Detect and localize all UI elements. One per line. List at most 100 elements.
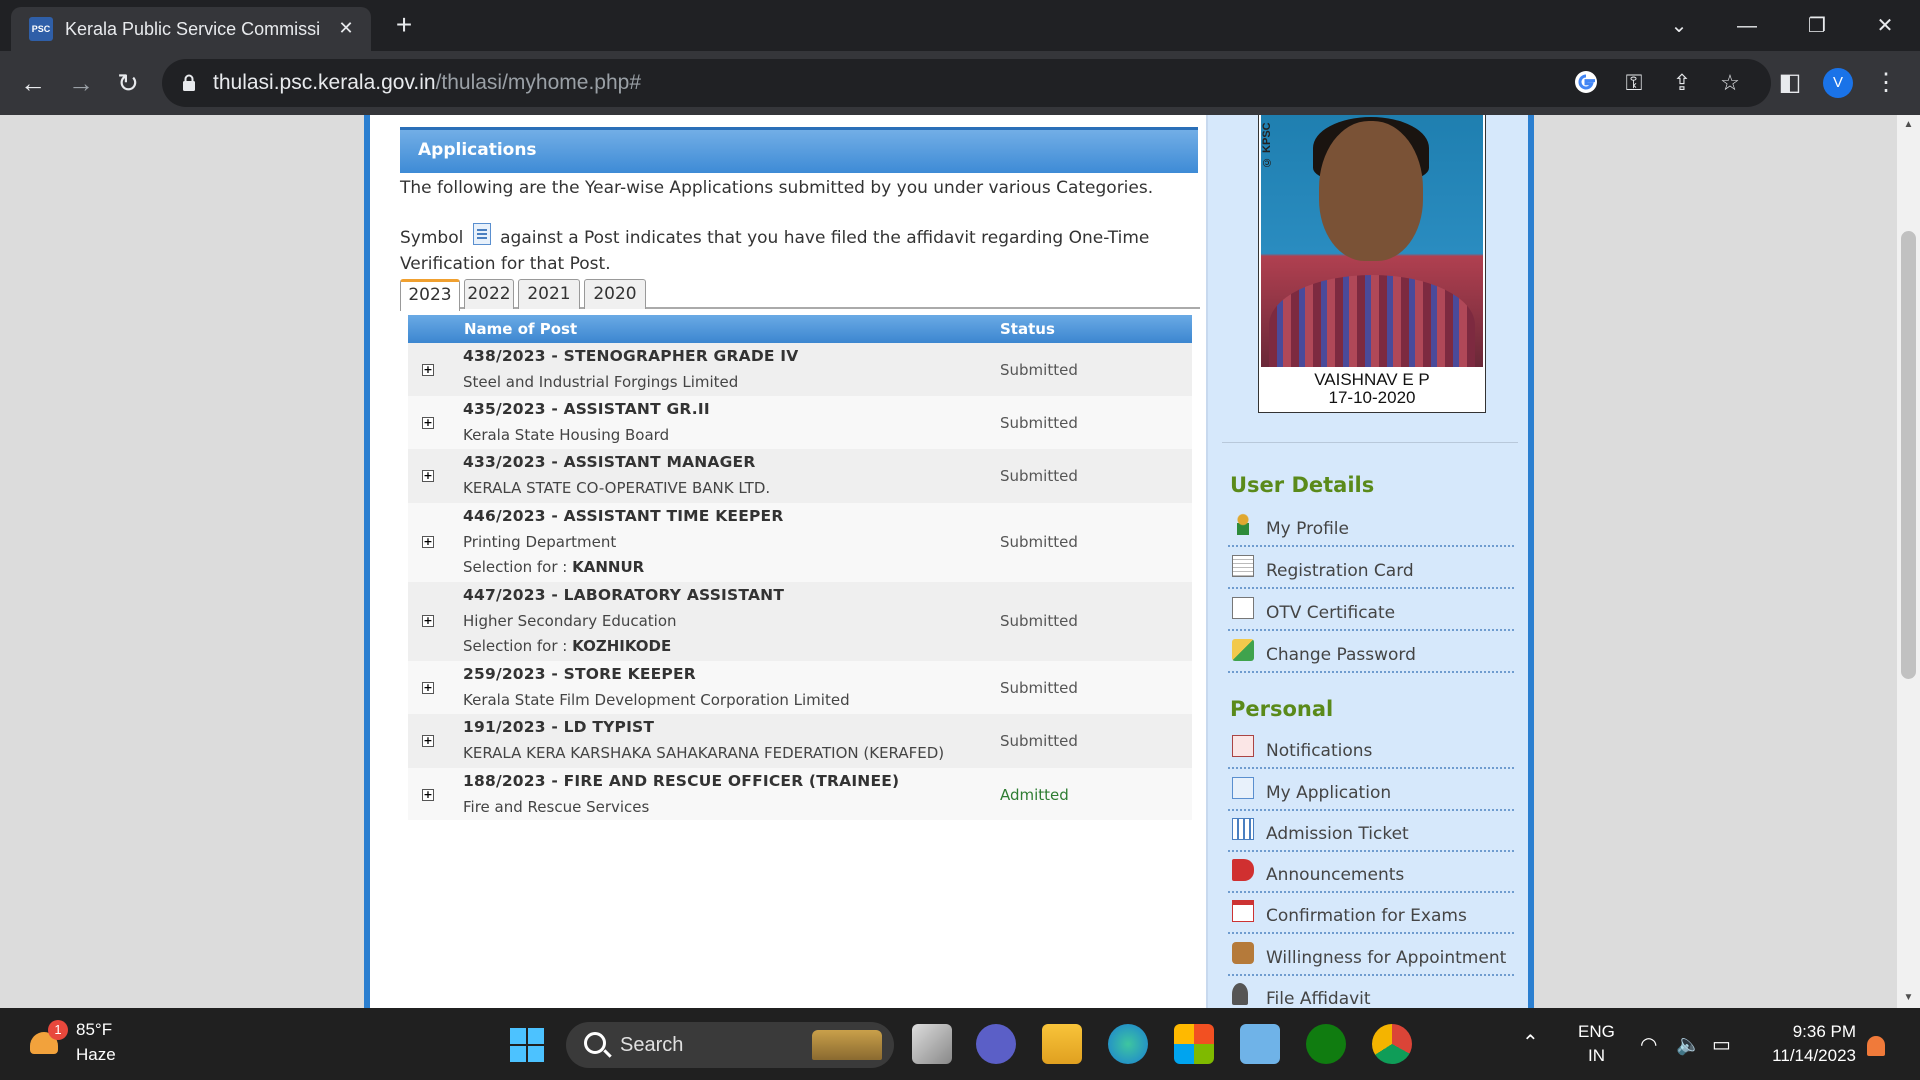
- sidebar-item-confirmation-for-exams[interactable]: Confirmation for Exams: [1228, 894, 1514, 934]
- sidebar-item-my-application[interactable]: My Application: [1228, 771, 1514, 811]
- notification-bell-icon[interactable]: [1867, 1036, 1885, 1056]
- affidavit-document-icon: [472, 223, 491, 245]
- volume-icon[interactable]: 🔈: [1676, 1032, 1701, 1057]
- expand-plus-icon[interactable]: +: [422, 470, 434, 482]
- file-explorer-icon[interactable]: [1042, 1024, 1082, 1064]
- expand-plus-icon[interactable]: +: [422, 682, 434, 694]
- sidebar-item-label: Confirmation for Exams: [1266, 906, 1467, 926]
- search-highlight-image: [812, 1030, 882, 1060]
- sidebar-item-registration-card[interactable]: Registration Card: [1228, 549, 1514, 589]
- expand-plus-icon[interactable]: +: [422, 735, 434, 747]
- profile-photo: © KPSC: [1261, 115, 1483, 367]
- selection-label: Selection for :: [463, 558, 568, 576]
- reload-icon[interactable]: ↻: [112, 67, 144, 99]
- restore-icon[interactable]: ❐: [1794, 8, 1840, 44]
- application-row: + 447/2023 - LABORATORY ASSISTANT Higher…: [408, 582, 1192, 661]
- sidebar-divider: [1222, 442, 1518, 443]
- expand-plus-icon[interactable]: +: [422, 417, 434, 429]
- department: Kerala State Housing Board: [463, 426, 670, 444]
- new-tab-icon[interactable]: +: [390, 11, 418, 40]
- post-name: 447/2023 - LABORATORY ASSISTANT: [463, 586, 785, 604]
- google-lens-icon[interactable]: [1572, 69, 1600, 97]
- page-container: Applications The following are the Year-…: [364, 115, 1534, 1008]
- tab-title: Kerala Public Service Commission: [65, 18, 320, 39]
- tab-year-2023[interactable]: 2023: [400, 279, 460, 311]
- weather-temperature: 85°F: [76, 1020, 113, 1039]
- window-close-icon[interactable]: ✕: [1862, 8, 1908, 44]
- department: Kerala State Film Development Corporatio…: [463, 691, 850, 709]
- expand-plus-icon[interactable]: +: [422, 789, 434, 801]
- sidebar-item-label: Admission Ticket: [1266, 824, 1409, 844]
- sidebar-item-announcements[interactable]: Announcements: [1228, 853, 1514, 893]
- key-icon[interactable]: ⚿: [1620, 69, 1648, 97]
- weather-widget[interactable]: 1: [26, 1020, 68, 1062]
- side-panel-icon[interactable]: ◧: [1774, 67, 1806, 99]
- sidebar-item-label: My Application: [1266, 783, 1392, 803]
- bookmark-star-icon[interactable]: ☆: [1716, 69, 1744, 97]
- show-hidden-icons-chevron-icon[interactable]: ⌃: [1522, 1030, 1539, 1055]
- photos-app-icon[interactable]: [1240, 1024, 1280, 1064]
- photo-caption: VAISHNAV E P 17-10-2020: [1259, 371, 1485, 407]
- post-name: 446/2023 - ASSISTANT TIME KEEPER: [463, 507, 784, 525]
- task-view-icon[interactable]: [912, 1024, 952, 1064]
- wifi-icon[interactable]: ◠: [1640, 1032, 1657, 1057]
- sidebar-item-change-password[interactable]: Change Password: [1228, 633, 1514, 673]
- expand-plus-icon[interactable]: +: [422, 364, 434, 376]
- language-region[interactable]: IN: [1588, 1046, 1605, 1066]
- sidebar-item-notifications[interactable]: Notifications: [1228, 729, 1514, 769]
- tab-year-2021[interactable]: 2021: [518, 279, 580, 309]
- post-name: 188/2023 - FIRE AND RESCUE OFFICER (TRAI…: [463, 772, 900, 790]
- sidebar-item-file-affidavit[interactable]: File Affidavit: [1228, 977, 1514, 1008]
- forward-arrow-icon[interactable]: →: [65, 67, 97, 99]
- language-code[interactable]: ENG: [1578, 1022, 1615, 1042]
- password-shield-icon: [1232, 639, 1254, 661]
- application-edit-icon: [1232, 777, 1254, 799]
- minimize-icon[interactable]: —: [1724, 8, 1770, 44]
- sidebar-item-otv-certificate[interactable]: OTV Certificate: [1228, 591, 1514, 631]
- battery-icon[interactable]: ▭: [1712, 1032, 1731, 1057]
- sidebar-item-willingness-for-appointment[interactable]: Willingness for Appointment: [1228, 936, 1514, 976]
- windows-start-icon[interactable]: [510, 1028, 544, 1062]
- selection-district: KANNUR: [572, 558, 645, 576]
- expand-plus-icon[interactable]: +: [422, 615, 434, 627]
- application-status: Submitted: [1000, 679, 1078, 697]
- sidebar: © KPSC VAISHNAV E P 17-10-2020 User Deta…: [1206, 115, 1528, 1008]
- applications-header: Applications: [400, 127, 1198, 173]
- address-bar[interactable]: thulasi.psc.kerala.gov.in/thulasi/myhome…: [162, 59, 1771, 107]
- scroll-down-arrow-icon[interactable]: ▼: [1897, 988, 1920, 1008]
- tab-year-2020[interactable]: 2020: [584, 279, 646, 309]
- application-status: Submitted: [1000, 467, 1078, 485]
- search-label: Search: [620, 1034, 684, 1056]
- back-arrow-icon[interactable]: ←: [17, 67, 49, 99]
- share-icon[interactable]: ⇪: [1668, 69, 1696, 97]
- taskbar-search[interactable]: Search: [566, 1022, 894, 1068]
- url-path: /thulasi/myhome.php#: [435, 71, 642, 94]
- profile-avatar[interactable]: V: [1823, 68, 1853, 98]
- close-tab-icon[interactable]: ✕: [335, 17, 357, 39]
- browser-tab[interactable]: PSC Kerala Public Service Commission ✕: [11, 7, 371, 51]
- menu-kebab-icon[interactable]: ⋮: [1870, 67, 1902, 99]
- sidebar-item-label: Willingness for Appointment: [1266, 948, 1507, 968]
- application-status: Submitted: [1000, 414, 1078, 432]
- teams-chat-icon[interactable]: [976, 1024, 1016, 1064]
- edge-browser-icon[interactable]: [1108, 1024, 1148, 1064]
- system-clock[interactable]: 9:36 PM 11/14/2023: [1760, 1020, 1856, 1068]
- sidebar-item-my-profile[interactable]: My Profile: [1228, 507, 1514, 547]
- department: Higher Secondary Education: [463, 612, 677, 630]
- user-details-heading: User Details: [1230, 473, 1375, 497]
- vertical-scrollbar[interactable]: ▲ ▼: [1897, 115, 1920, 1008]
- browser-toolbar: ← → ↻ thulasi.psc.kerala.gov.in/thulasi/…: [0, 51, 1920, 115]
- url-host: thulasi.psc.kerala.gov.in: [213, 71, 436, 94]
- weather-condition: Haze: [76, 1045, 116, 1064]
- post-name: 191/2023 - LD TYPIST: [463, 718, 655, 736]
- expand-plus-icon[interactable]: +: [422, 536, 434, 548]
- scrollbar-thumb[interactable]: [1901, 231, 1916, 679]
- scroll-up-arrow-icon[interactable]: ▲: [1897, 115, 1920, 135]
- chrome-icon[interactable]: [1372, 1024, 1412, 1064]
- xbox-icon[interactable]: [1306, 1024, 1346, 1064]
- microsoft-store-icon[interactable]: [1174, 1024, 1214, 1064]
- tab-search-chevron-icon[interactable]: ⌄: [1656, 8, 1702, 44]
- sidebar-item-admission-ticket[interactable]: Admission Ticket: [1228, 812, 1514, 852]
- tab-year-2022[interactable]: 2022: [464, 279, 514, 309]
- notification-envelope-icon: [1232, 735, 1254, 757]
